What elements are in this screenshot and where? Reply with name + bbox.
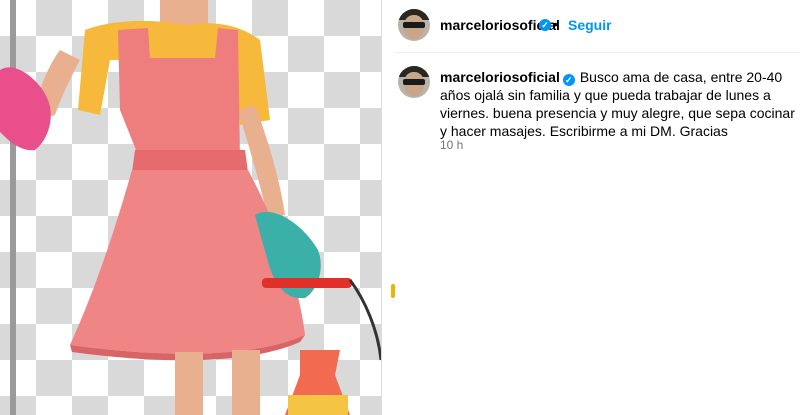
post-timestamp[interactable]: 10 h: [440, 138, 463, 152]
follow-button[interactable]: Seguir: [568, 17, 612, 33]
media-divider: [381, 0, 394, 415]
caption-text-block: marceloriosoficial ✓ Busco ama de casa, en…: [440, 68, 796, 140]
verified-badge-icon: ✓: [562, 74, 575, 86]
caption-username[interactable]: marceloriosoficial: [440, 69, 560, 85]
separator-dot: •: [553, 16, 558, 32]
post-image[interactable]: [0, 0, 381, 415]
post-header: marceloriosoficial ✓ • Seguir: [394, 0, 800, 53]
post-panel: marceloriosoficial ✓ • Seguir marcelorio…: [394, 0, 800, 415]
cleaning-woman-illustration: [0, 0, 381, 415]
avatar[interactable]: [398, 9, 430, 41]
verified-badge-icon: ✓: [539, 19, 551, 31]
caption-avatar[interactable]: [398, 66, 430, 98]
